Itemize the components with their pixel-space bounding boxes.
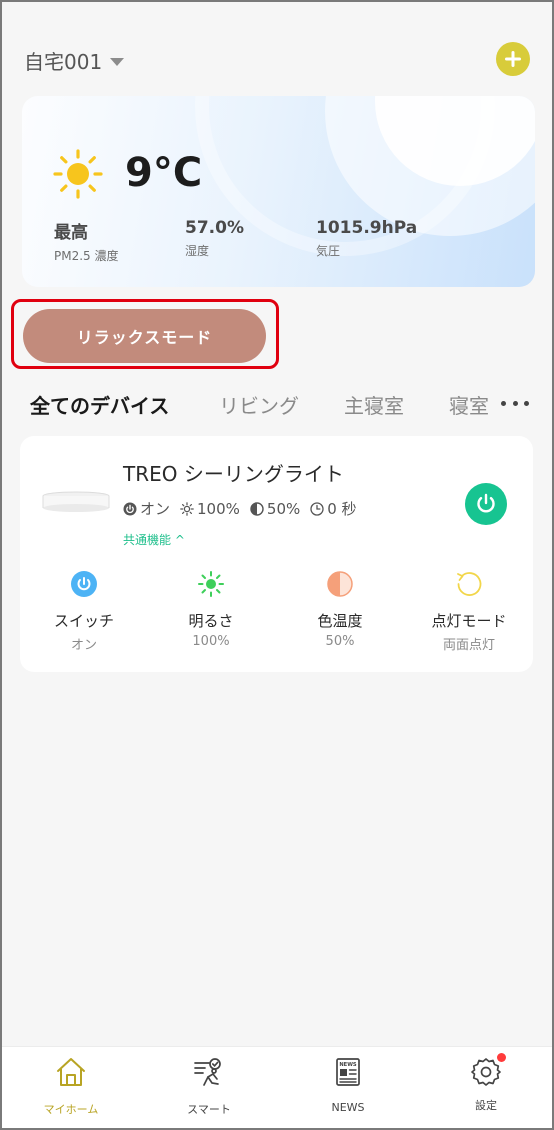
home-selector[interactable]: 自宅001 — [24, 46, 125, 75]
nav-news[interactable]: NEWS NEWS — [293, 1055, 403, 1114]
chevron-down-icon — [110, 57, 125, 66]
home-name: 自宅001 — [24, 50, 103, 74]
weather-card[interactable]: 9°C 最高 PM2.5 濃度 57.0% 湿度 1015.9hPa 気圧 — [22, 96, 535, 287]
humidity-stat: 57.0% 湿度 — [185, 218, 244, 259]
nav-smart[interactable]: スマート — [154, 1055, 264, 1117]
status-color-temp: 50% — [250, 500, 300, 518]
light-mode-control[interactable]: 点灯モード 両面点灯 — [414, 570, 524, 653]
brightness-icon — [198, 571, 224, 597]
timer-small-icon — [310, 501, 324, 516]
common-functions-toggle[interactable]: 共通機能 ^ — [123, 531, 185, 548]
pm25-stat: 最高 PM2.5 濃度 — [54, 218, 119, 264]
temperature: 9°C — [125, 150, 203, 196]
plus-icon — [505, 51, 521, 67]
control-value: 両面点灯 — [442, 638, 495, 653]
nav-label: 設定 — [475, 1099, 497, 1112]
switch-icon — [71, 571, 97, 597]
room-tabs: 全てのデバイス リビング 主寝室 寝室 — [2, 390, 552, 426]
stat-label: PM2.5 濃度 — [54, 249, 119, 263]
more-icon[interactable] — [501, 393, 529, 413]
pressure-stat: 1015.9hPa 気圧 — [316, 218, 417, 259]
control-name: 点灯モード — [431, 612, 507, 630]
color-temperature-control[interactable]: 色温度 50% — [285, 570, 395, 649]
status-text: 100% — [197, 499, 240, 518]
power-small-icon — [123, 502, 137, 515]
light-mode-icon — [457, 572, 482, 596]
device-status: オン 100% 50% 0 秒 — [123, 498, 357, 519]
control-value: 100% — [192, 634, 230, 649]
stat-value: 最高 — [54, 223, 88, 243]
nav-settings[interactable]: 設定 — [431, 1053, 541, 1113]
smart-icon — [194, 1058, 221, 1086]
tab-master-bedroom[interactable]: 主寝室 — [344, 390, 404, 419]
stat-label: 気圧 — [316, 244, 341, 258]
settings-icon-wrap — [469, 1053, 506, 1089]
control-name: 色温度 — [317, 612, 363, 630]
stat-label: 湿度 — [185, 244, 210, 258]
color-temperature-icon — [327, 571, 353, 597]
tab-living[interactable]: リビング — [219, 390, 299, 419]
news-icon: NEWS — [336, 1058, 360, 1086]
status-text: オン — [140, 500, 171, 518]
home-icon — [57, 1058, 85, 1086]
add-button[interactable] — [496, 42, 530, 76]
power-icon — [477, 493, 495, 513]
svg-text:NEWS: NEWS — [339, 1062, 357, 1068]
switch-control[interactable]: スイッチ オン — [29, 570, 139, 653]
relax-mode-scene-button[interactable]: リラックスモード — [23, 309, 266, 363]
status-text: 0 秒 — [327, 500, 357, 518]
sun-icon — [53, 149, 103, 199]
stat-value: 1015.9hPa — [316, 218, 418, 238]
notification-dot — [497, 1053, 506, 1062]
control-name: スイッチ — [53, 612, 114, 630]
nav-label: マイホーム — [43, 1103, 99, 1116]
nav-my-home[interactable]: マイホーム — [16, 1055, 126, 1117]
brightness-control[interactable]: 明るさ 100% — [156, 570, 266, 649]
control-name: 明るさ — [188, 612, 234, 630]
tab-overflow: 寝室 — [447, 390, 497, 420]
app-screen: 自宅001 9°C 最高 PM2.5 濃度 57.0% 湿度 1015.9hPa… — [0, 0, 554, 1130]
tab-all-devices[interactable]: 全てのデバイス — [30, 390, 169, 419]
control-value: オン — [70, 638, 97, 653]
nav-label: NEWS — [331, 1101, 365, 1114]
status-text: 50% — [266, 499, 301, 518]
device-power-button[interactable] — [465, 483, 507, 525]
status-brightness: 100% — [180, 500, 240, 518]
brightness-small-icon — [180, 501, 194, 516]
control-value: 50% — [325, 634, 355, 649]
status-timer: 0 秒 — [310, 498, 357, 519]
bottom-nav: マイホーム スマート NEWS NEWS 設定 — [2, 1046, 552, 1128]
status-power: オン — [123, 498, 170, 519]
stat-value: 57.0% — [185, 218, 244, 238]
ceiling-light-icon — [42, 491, 110, 512]
color-temp-small-icon — [250, 501, 264, 516]
nav-label: スマート — [187, 1103, 231, 1116]
device-name: TREO シーリングライト — [123, 462, 344, 486]
device-card[interactable]: TREO シーリングライト オン 100% 50% 0 秒 共通機能 ^ スイッ… — [20, 436, 533, 672]
tab-bedroom[interactable]: 寝室 — [449, 390, 489, 419]
